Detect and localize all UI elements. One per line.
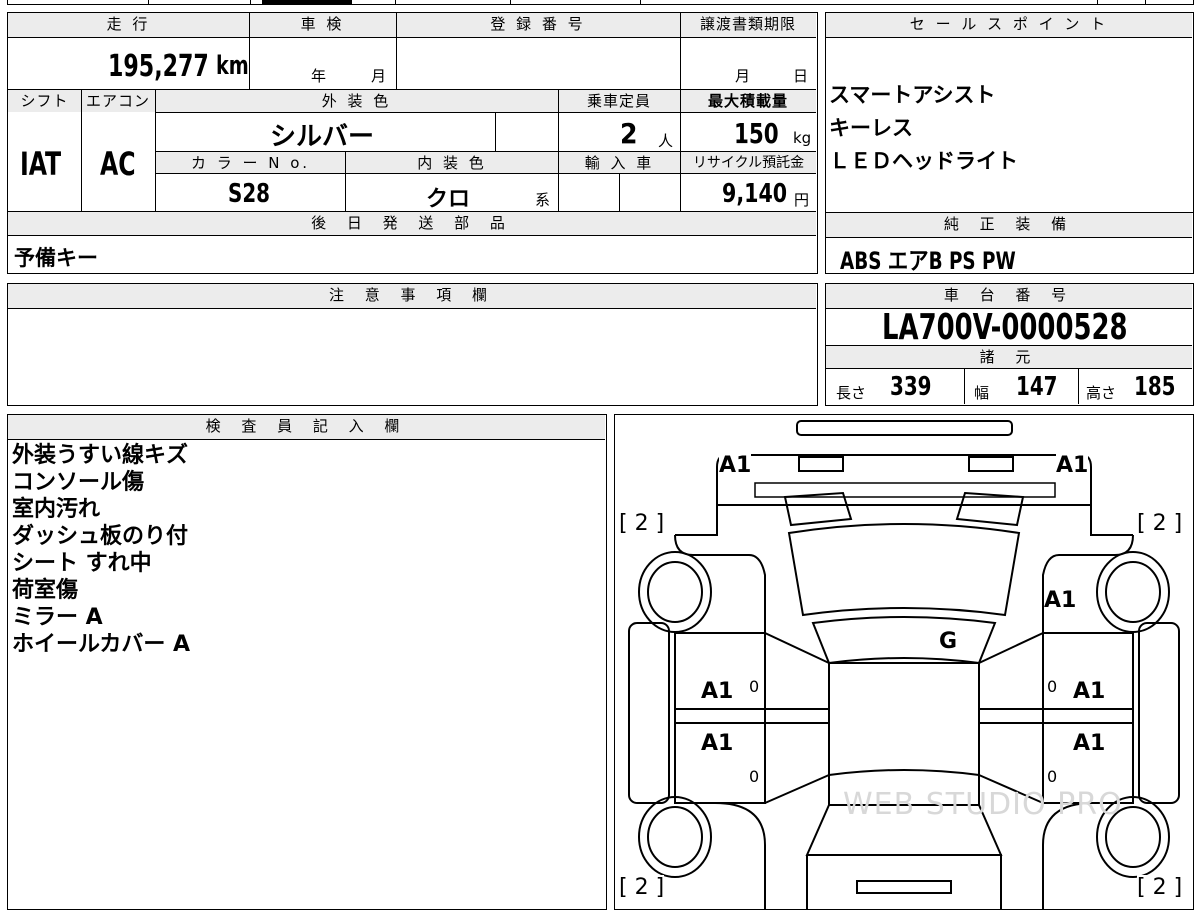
max-load-header: 最大積載量	[680, 90, 816, 112]
exterior-color-value: シルバー	[270, 122, 375, 152]
notes-header: 注 意 事 項 欄	[8, 284, 816, 308]
sales-points-box: セ ー ル ス ポ イ ン ト スマートアシスト キーレス ＬＥＤヘッドライト	[825, 12, 1194, 213]
ac-header: エアコン	[81, 90, 155, 112]
mark-right-front-door: A1	[1073, 679, 1106, 704]
inspector-note-item: ダッシュ板のり付	[12, 524, 189, 549]
mark-windshield: G	[939, 629, 958, 654]
registration-header: 登 録 番 号	[396, 13, 680, 37]
mark-right-front-door-zero: 0	[1047, 677, 1058, 696]
van-outline-drawing	[628, 420, 1180, 909]
sales-points-header: セ ー ル ス ポ イ ン ト	[826, 13, 1192, 37]
mark-tire-front-right: [ 2 ]	[1137, 511, 1183, 536]
standard-equipment-value: ABS エアB PS PW	[840, 247, 1016, 275]
import-header: 輸 入 車	[559, 152, 680, 173]
inspector-note-item: コンソール傷	[12, 470, 145, 495]
sales-point-item: スマートアシスト	[829, 83, 996, 107]
mark-tire-rear-right: [ 2 ]	[1137, 875, 1183, 900]
mark-right-rear-door-zero: 0	[1047, 767, 1058, 786]
capacity-header: 乗車定員	[558, 90, 680, 112]
max-load-value: 150	[734, 117, 779, 150]
watermark: WEB STUDIO PRO	[843, 787, 1123, 822]
exterior-color-header: 外 装 色	[155, 90, 558, 112]
sales-point-item: ＬＥＤヘッドライト	[829, 149, 1018, 173]
inspector-note-item: ホイールカバー A	[12, 632, 191, 657]
sales-point-item: キーレス	[829, 116, 913, 140]
mileage-header: 走 行	[8, 13, 249, 37]
sales-points-list: スマートアシスト キーレス ＬＥＤヘッドライト	[829, 79, 1018, 178]
later-parts-header: 後 日 発 送 部 品	[8, 212, 816, 235]
inspector-notes-box: 検 査 員 記 入 欄 外装うすい線キズ コンソール傷 室内汚れ ダッシュ板のり…	[7, 414, 607, 910]
interior-color-suffix: 系	[535, 191, 551, 209]
color-no-value: S28	[228, 179, 270, 209]
recycle-unit: 円	[794, 191, 810, 209]
later-parts-value: 予備キー	[14, 246, 98, 270]
inspection-year-label: 年	[311, 67, 327, 85]
mark-left-rear-door-zero: 0	[749, 767, 760, 786]
shift-value: IAT	[20, 145, 62, 183]
mark-right-fender: A1	[1044, 588, 1077, 613]
standard-equipment-header: 純 正 装 備	[826, 213, 1192, 237]
width-value: 147	[1016, 372, 1058, 402]
vehicle-damage-diagram: WEB STUDIO PRO A1 A1 [ 2 ] [ 2 ] A1 G A1…	[614, 414, 1194, 910]
transfer-deadline-header: 譲渡書類期限	[680, 13, 816, 37]
capacity-unit: 人	[658, 132, 674, 150]
inspection-month-label: 月	[371, 67, 387, 85]
inspector-notes-list: 外装うすい線キズ コンソール傷 室内汚れ ダッシュ板のり付 シート すれ中 荷室…	[12, 442, 190, 658]
inspection-header: 車 検	[249, 13, 396, 37]
capacity-value: 2	[620, 117, 638, 150]
transfer-day-label: 日	[793, 67, 809, 85]
mark-left-rear-door: A1	[701, 731, 734, 756]
transfer-month-label: 月	[735, 67, 751, 85]
chassis-number: LA700V-0000528	[882, 307, 1128, 348]
shift-header: シフト	[8, 90, 81, 112]
inspector-note-item: 室内汚れ	[12, 497, 101, 522]
recycle-header: リサイクル預託金	[681, 152, 816, 173]
max-load-unit: kg	[793, 129, 812, 147]
mark-tire-rear-left: [ 2 ]	[619, 875, 665, 900]
inspector-note-item: 荷室傷	[12, 578, 79, 603]
ac-value: AC	[100, 145, 136, 183]
height-label: 高さ	[1086, 384, 1117, 402]
length-value: 339	[890, 372, 932, 402]
recycle-value: 9,140	[722, 179, 788, 209]
length-label: 長さ	[836, 384, 867, 402]
chassis-header: 車 台 番 号	[826, 284, 1192, 308]
inspector-header: 検 査 員 記 入 欄	[8, 415, 605, 439]
mark-front-left: A1	[719, 453, 752, 478]
standard-equipment-box: 純 正 装 備 ABS エアB PS PW	[825, 212, 1194, 275]
dimensions-header: 諸 元	[826, 346, 1192, 368]
color-no-header: カ ラ ー N o.	[156, 152, 345, 173]
mark-tire-front-left: [ 2 ]	[619, 511, 665, 536]
notes-box: 注 意 事 項 欄	[7, 283, 818, 406]
mark-left-front-door-zero: 0	[749, 677, 760, 696]
mark-right-rear-door: A1	[1073, 731, 1106, 756]
height-value: 185	[1134, 372, 1176, 402]
width-label: 幅	[974, 384, 990, 402]
inspector-note-item: ミラー A	[12, 605, 103, 630]
vehicle-info-table: 走 行 車 検 登 録 番 号 譲渡書類期限 195,277 km 年 月 月 …	[7, 12, 818, 274]
mileage-unit: km	[216, 51, 249, 81]
mark-left-front-door: A1	[701, 679, 734, 704]
interior-color-value: クロ	[426, 187, 471, 212]
mileage-value: 195,277	[108, 49, 209, 84]
inspector-note-item: シート すれ中	[12, 551, 152, 576]
inspector-note-item: 外装うすい線キズ	[12, 443, 189, 468]
mark-front-right: A1	[1056, 453, 1089, 478]
interior-color-header: 内 装 色	[346, 152, 558, 173]
top-cutoff-strip	[0, 0, 1200, 5]
chassis-box: 車 台 番 号 LA700V-0000528 諸 元 長さ 339 幅 147 …	[825, 283, 1194, 406]
